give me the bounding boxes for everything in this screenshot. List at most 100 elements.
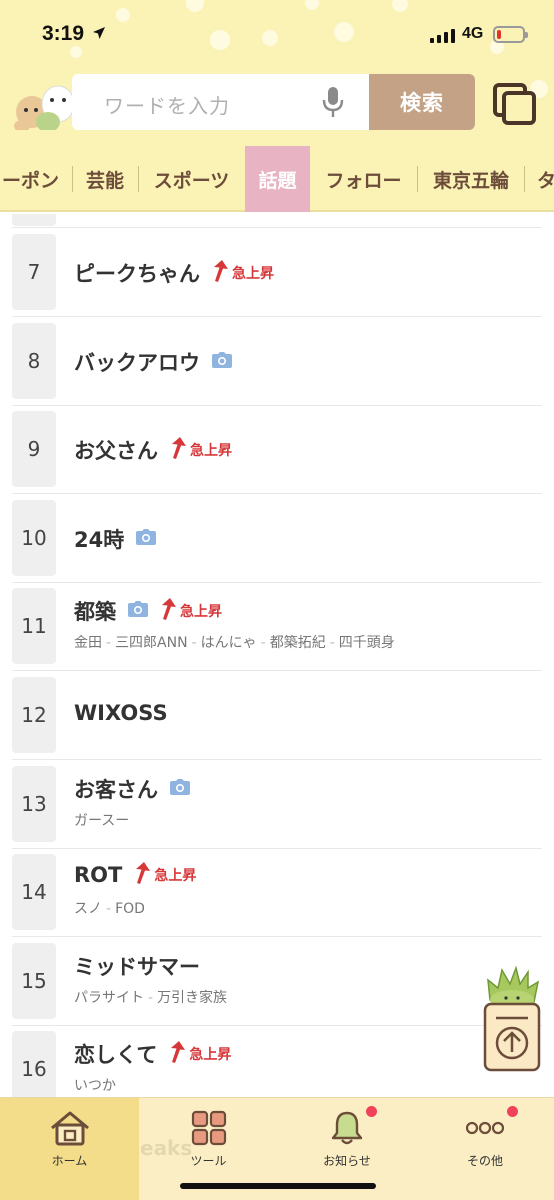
rank-number: 8 [12, 322, 56, 399]
bg-dot [392, 0, 408, 12]
nav-tools-label: ツール [190, 1154, 227, 1168]
battery-level [497, 30, 501, 39]
bell-icon [330, 1106, 377, 1146]
tab-partial[interactable]: タ [525, 146, 554, 212]
tab-sports[interactable]: スポーツ [139, 146, 244, 212]
home-icon [49, 1110, 91, 1146]
related-word[interactable]: はんにゃ [201, 635, 257, 651]
related-word[interactable]: いつか [74, 1078, 116, 1094]
rank-number: 14 [12, 854, 56, 931]
camera-icon [136, 528, 157, 549]
rank-number: 15 [12, 942, 56, 1019]
bg-dot [186, 0, 204, 12]
nav-home[interactable]: ホーム [0, 1098, 139, 1200]
row-title-line: お父さん 急上昇 [74, 435, 232, 465]
scroll-top-button[interactable] [482, 966, 542, 1072]
row-title-line: 24時 [74, 524, 157, 554]
ranking-row[interactable]: 7 ピークちゃん 急上昇 [0, 228, 554, 317]
related-word[interactable]: 都築拓紀 [270, 635, 326, 651]
notification-badge [366, 1106, 377, 1117]
related-words: ガースー [74, 810, 129, 830]
ranking-row[interactable]: 11 都築 急上昇 金田 - 三四郎ANN - はんにゃ - 都築拓紀 - 四千頭身 [0, 582, 554, 672]
ranking-row[interactable]: 9 お父さん 急上昇 [0, 405, 554, 495]
tab-coupon[interactable]: ーポン [0, 146, 70, 212]
related-word[interactable]: 四千頭身 [339, 635, 395, 651]
related-word[interactable]: ガースー [74, 813, 129, 829]
location-arrow-icon [93, 27, 105, 39]
trend-title: 恋しくて [74, 1043, 158, 1068]
tab-tokyo-olympics[interactable]: 東京五輪 [418, 146, 524, 212]
more-badge [507, 1106, 518, 1117]
tabs-icon[interactable] [492, 82, 538, 126]
related-words: スノ - FOD [74, 898, 145, 918]
row-title-line: ミッドサマー [74, 951, 200, 981]
row-title-line: 都築 急上昇 [74, 596, 222, 626]
ranking-row[interactable]: 15 ミッドサマーパラサイト - 万引き家族 [0, 937, 554, 1026]
related-word[interactable]: FOD [115, 901, 145, 917]
row-title-line: ピークちゃん 急上昇 [74, 258, 274, 288]
nav-more[interactable]: その他 [416, 1098, 554, 1200]
related-word[interactable]: 金田 [74, 635, 102, 651]
mascot-icon [14, 85, 75, 130]
related-separator: - [260, 635, 266, 652]
camera-icon [128, 601, 148, 621]
related-separator: - [106, 901, 112, 918]
rank-number: 11 [12, 588, 56, 665]
related-word[interactable]: 万引き家族 [157, 990, 227, 1006]
bg-dot [334, 22, 354, 42]
ranking-row[interactable]: 10 24時 [0, 494, 554, 583]
search-button[interactable]: 検索 [369, 74, 475, 130]
trend-title: お客さん [74, 777, 158, 802]
rank-number: 16 [12, 1031, 56, 1108]
rank-number: 12 [12, 677, 56, 753]
rising-badge: 急上昇 [160, 598, 222, 624]
rank-number: 9 [12, 411, 56, 488]
bg-dot [262, 30, 278, 46]
related-word[interactable]: 三四郎ANN [115, 635, 188, 651]
related-separator: - [106, 635, 112, 652]
rising-label: 急上昇 [154, 868, 197, 885]
rising-arrow-icon [134, 862, 151, 888]
status-time: 3:19 [42, 22, 85, 45]
related-word[interactable]: スノ [74, 901, 102, 917]
rising-label: 急上昇 [180, 604, 222, 621]
ranking-row[interactable]: 12 WIXOSS [0, 671, 554, 760]
tab-follow[interactable]: フォロー [311, 146, 416, 212]
rank-number: 7 [12, 234, 56, 310]
related-separator: - [329, 635, 335, 652]
header: 3:19 4G ワードを入力 検索 ーポン 芸能 スポーツ 話題 フォロー 東京… [0, 0, 554, 212]
tab-topics[interactable]: 話題 [245, 146, 310, 212]
bg-dot [116, 8, 130, 22]
rising-badge: 急上昇 [169, 1041, 231, 1067]
rising-badge: 急上昇 [212, 260, 274, 286]
nav-more-label: その他 [466, 1154, 503, 1168]
related-separator: - [191, 635, 197, 652]
tab-entertainment[interactable]: 芸能 [73, 146, 137, 212]
rising-badge: 急上昇 [170, 437, 232, 463]
related-words: パラサイト - 万引き家族 [74, 987, 227, 1007]
category-tabs: ーポン 芸能 スポーツ 話題 フォロー 東京五輪 タ [0, 146, 554, 212]
trend-title: 都築 [74, 600, 116, 625]
ranking-row[interactable]: 14 ROT 急上昇 スノ - FOD [0, 848, 554, 938]
battery-icon [493, 26, 528, 43]
ranking-row[interactable]: 13 お客さん ガースー [0, 760, 554, 849]
microphone-icon[interactable] [322, 86, 344, 118]
rising-arrow-icon [212, 260, 228, 286]
rising-arrow-icon [170, 437, 186, 463]
home-indicator [180, 1183, 376, 1189]
nav-home-label: ホーム [51, 1154, 88, 1168]
network-type: 4G [462, 25, 484, 42]
rising-label: 急上昇 [190, 443, 232, 460]
rising-label: 急上昇 [189, 1047, 232, 1064]
row-title-line: 恋しくて 急上昇 [74, 1039, 231, 1069]
related-word[interactable]: パラサイト [74, 990, 144, 1006]
rising-arrow-icon [160, 598, 176, 624]
camera-icon [212, 351, 232, 372]
trend-title: ミッドサマー [74, 954, 200, 979]
ranking-row[interactable]: 8 バックアロウ [0, 317, 554, 406]
trend-title: お父さん [74, 439, 158, 464]
trend-title: ピークちゃん [74, 262, 200, 286]
nav-notifications-label: お知らせ [323, 1154, 371, 1168]
camera-icon [170, 778, 190, 799]
search-input[interactable]: ワードを入力 [72, 74, 370, 130]
